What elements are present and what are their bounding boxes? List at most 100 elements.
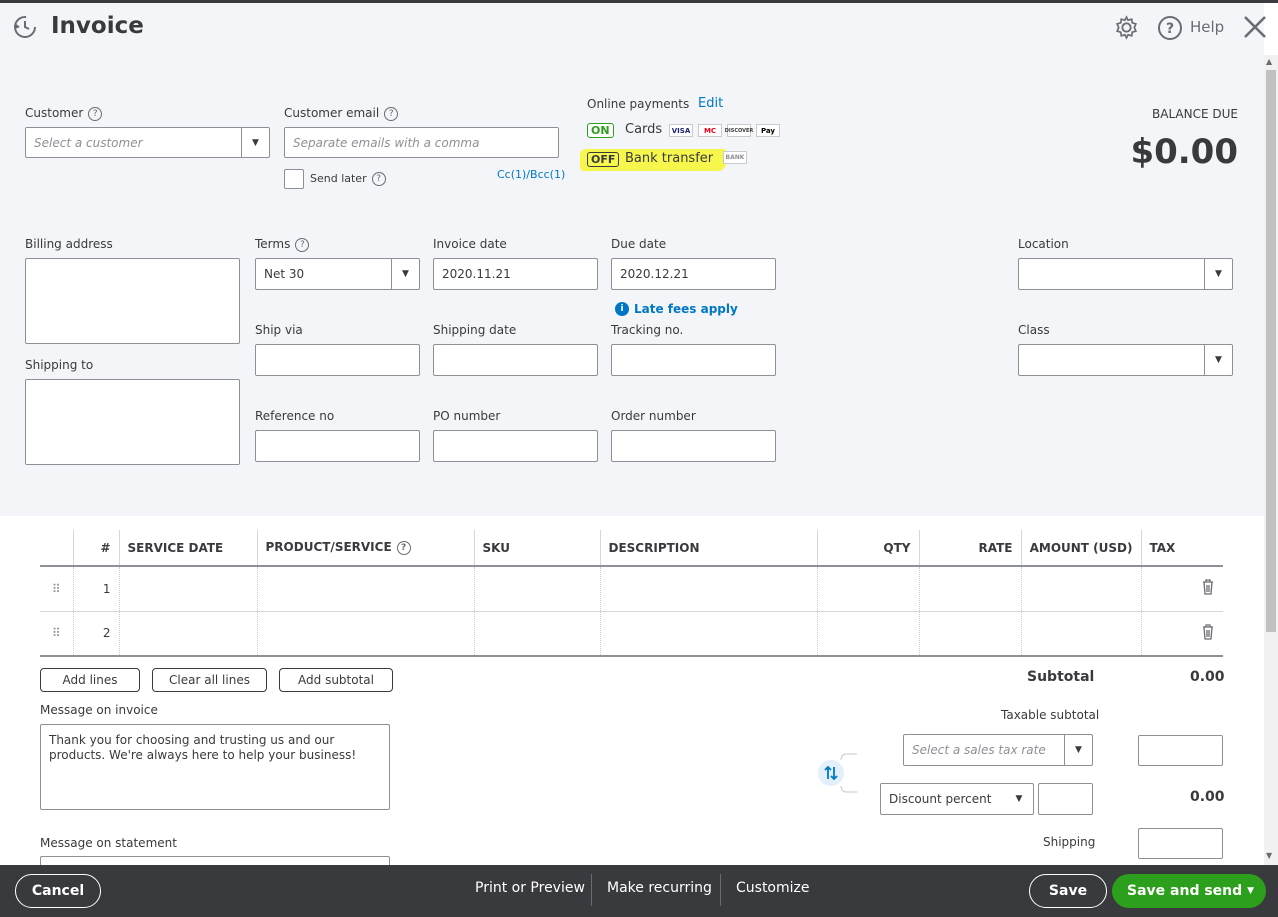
trash-icon[interactable] <box>1192 566 1223 612</box>
question-icon[interactable]: ? <box>396 540 411 555</box>
add-subtotal-button[interactable]: Add subtotal <box>279 668 393 692</box>
chevron-down-icon[interactable]: ▼ <box>1064 735 1092 765</box>
cancel-button[interactable]: Cancel <box>15 874 101 908</box>
due-date-input[interactable]: 2020.12.21 <box>611 258 776 290</box>
message-invoice-input[interactable]: Thank you for choosing and trusting us a… <box>40 724 390 810</box>
scroll-up-icon[interactable]: ▲ <box>1266 57 1272 66</box>
help-label[interactable]: Help <box>1190 18 1224 36</box>
help-icon[interactable]: ? <box>1157 15 1183 41</box>
billing-address-input[interactable] <box>25 258 240 344</box>
invoice-date-label: Invoice date <box>433 237 507 251</box>
shipping-to-input[interactable] <box>25 379 240 465</box>
drag-column-header <box>40 530 73 567</box>
tax-rate-select[interactable]: Select a sales tax rate ▼ <box>903 734 1093 766</box>
tracking-input[interactable] <box>611 344 776 376</box>
chevron-down-icon[interactable]: ▼ <box>241 128 269 157</box>
trash-icon[interactable] <box>1192 611 1223 657</box>
location-select[interactable]: ▼ <box>1018 258 1233 290</box>
question-icon[interactable]: ? <box>371 172 386 186</box>
swap-tax-discount-icon[interactable] <box>817 752 861 794</box>
make-recurring-link[interactable]: Make recurring <box>607 880 712 896</box>
order-number-input[interactable] <box>611 430 776 462</box>
scroll-down-icon[interactable]: ▼ <box>1266 851 1272 860</box>
chevron-down-icon[interactable]: ▼ <box>391 259 419 289</box>
save-and-send-button[interactable]: Save and send ▼ <box>1112 874 1266 908</box>
scrollbar-thumb[interactable] <box>1266 70 1276 632</box>
shipping-to-label: Shipping to <box>25 358 94 372</box>
close-icon[interactable] <box>1242 14 1268 40</box>
cards-label: Cards <box>625 122 663 137</box>
cc-bcc-link[interactable]: Cc(1)/Bcc(1) <box>497 168 565 181</box>
product-service-cell[interactable] <box>256 566 474 612</box>
terms-label: Terms? <box>255 237 310 252</box>
tax-cell[interactable] <box>1140 611 1192 657</box>
gear-icon[interactable] <box>1114 15 1139 40</box>
save-button[interactable]: Save <box>1029 874 1107 908</box>
service-date-cell[interactable] <box>118 611 257 657</box>
ship-via-input[interactable] <box>255 344 420 376</box>
add-lines-button[interactable]: Add lines <box>40 668 140 692</box>
message-statement-label: Message on statement <box>40 836 177 850</box>
table-row[interactable]: ⠿ 2 <box>40 611 1223 657</box>
tax-cell[interactable] <box>1140 566 1192 612</box>
reference-input[interactable] <box>255 430 420 462</box>
table-row[interactable]: ⠿ 1 <box>40 566 1223 612</box>
print-preview-link[interactable]: Print or Preview <box>475 880 585 896</box>
shipping-date-input[interactable] <box>433 344 598 376</box>
recent-history-icon[interactable] <box>11 14 39 40</box>
clear-all-lines-button[interactable]: Clear all lines <box>152 668 267 692</box>
online-payments-label: Online payments <box>587 97 690 111</box>
chevron-down-icon[interactable]: ▼ <box>1005 784 1033 814</box>
drag-handle-icon[interactable]: ⠿ <box>40 566 73 612</box>
customer-select[interactable]: Select a customer ▼ <box>25 127 270 158</box>
shipping-amount-input[interactable] <box>1138 828 1223 859</box>
subtotal-value: 0.00 <box>1190 669 1225 685</box>
chevron-down-icon[interactable]: ▼ <box>1204 345 1232 375</box>
qty-cell[interactable] <box>816 566 919 612</box>
discount-type-select[interactable]: Discount percent ▼ <box>880 783 1034 815</box>
tax-amount-input[interactable] <box>1138 735 1223 766</box>
edit-payments-link[interactable]: Edit <box>698 96 723 111</box>
chevron-down-icon[interactable]: ▼ <box>1247 886 1254 896</box>
terms-select[interactable]: Net 30 ▼ <box>255 258 420 290</box>
column-header: QTY <box>816 530 919 567</box>
product-service-cell[interactable] <box>256 611 474 657</box>
reference-label: Reference no <box>255 409 335 423</box>
amount-cell[interactable] <box>1020 566 1141 612</box>
shipping-label: Shipping <box>1043 835 1096 849</box>
invoice-date-input[interactable]: 2020.11.21 <box>433 258 598 290</box>
customer-label: Customer? <box>25 106 103 121</box>
sku-cell[interactable] <box>473 611 600 657</box>
row-number: 1 <box>72 566 119 612</box>
description-cell[interactable] <box>599 566 817 612</box>
footer-divider <box>720 874 721 906</box>
sku-cell[interactable] <box>473 566 600 612</box>
question-icon[interactable]: ? <box>88 106 103 121</box>
amount-cell[interactable] <box>1020 611 1141 657</box>
late-fees-link[interactable]: Late fees apply <box>634 302 738 316</box>
customer-email-input[interactable]: Separate emails with a comma <box>284 127 559 158</box>
qty-cell[interactable] <box>816 611 919 657</box>
rate-cell[interactable] <box>918 566 1021 612</box>
customize-link[interactable]: Customize <box>736 880 810 896</box>
chevron-down-icon[interactable]: ▼ <box>1204 259 1232 289</box>
location-label: Location <box>1018 237 1069 251</box>
row-number: 2 <box>72 611 119 657</box>
question-icon[interactable]: ? <box>384 106 399 121</box>
page-title: Invoice <box>51 13 144 39</box>
visa-icon: VISA <box>669 124 693 137</box>
order-number-label: Order number <box>611 409 696 423</box>
send-later-checkbox[interactable] <box>284 169 304 189</box>
question-icon[interactable]: ? <box>295 237 310 252</box>
drag-handle-icon[interactable]: ⠿ <box>40 611 73 657</box>
po-number-input[interactable] <box>433 430 598 462</box>
cards-toggle[interactable]: ON <box>587 123 614 138</box>
bank-transfer-toggle[interactable]: OFF <box>587 152 620 167</box>
message-invoice-label: Message on invoice <box>40 703 158 717</box>
description-cell[interactable] <box>599 611 817 657</box>
rate-cell[interactable] <box>918 611 1021 657</box>
class-select[interactable]: ▼ <box>1018 344 1233 376</box>
balance-due-label: BALANCE DUE <box>1152 107 1238 121</box>
discount-value-input[interactable] <box>1038 783 1093 815</box>
service-date-cell[interactable] <box>118 566 257 612</box>
